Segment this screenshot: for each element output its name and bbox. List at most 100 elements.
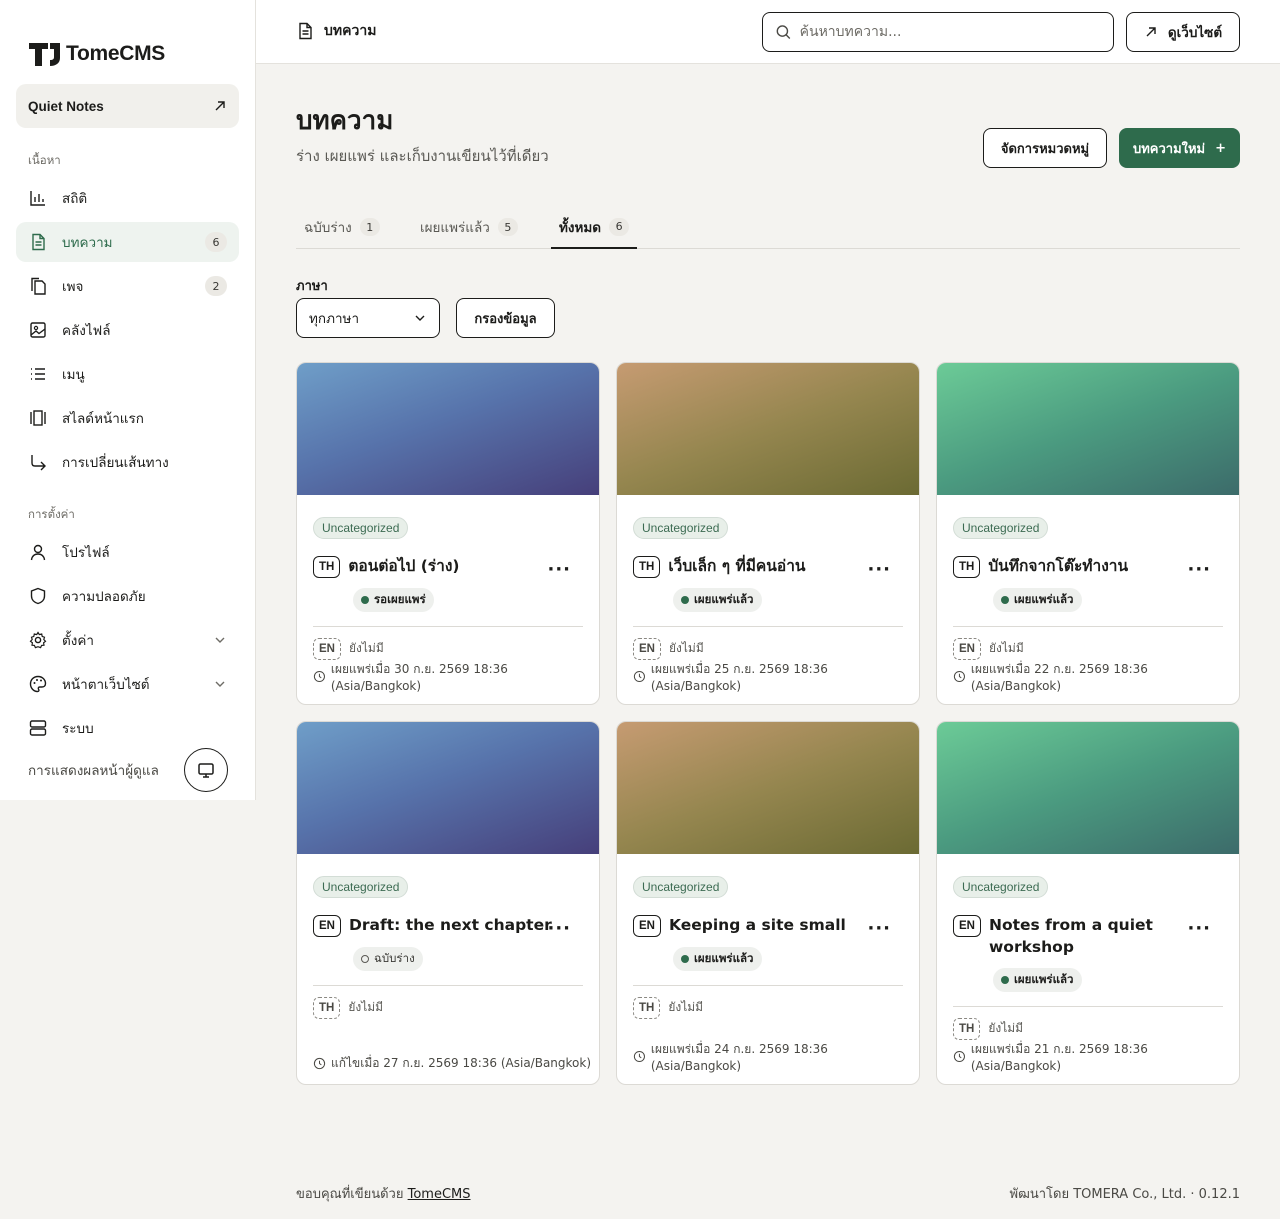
- post-card[interactable]: Uncategorized EN Draft: the next chapter…: [296, 721, 600, 1085]
- sidebar-item-profile[interactable]: โปรไฟล์: [16, 532, 239, 572]
- sidebar-item-pages[interactable]: เพจ 2: [16, 266, 239, 306]
- divider: [953, 1006, 1223, 1007]
- sidebar-item-slides[interactable]: สไลด์หน้าแรก: [16, 398, 239, 438]
- tab-drafts[interactable]: ฉบับร่าง 1: [296, 206, 388, 248]
- new-post-button[interactable]: บทความใหม่ +: [1119, 128, 1240, 168]
- translation-row: EN ยังไม่มี: [953, 637, 1223, 660]
- brand-logo[interactable]: TomeCMS: [28, 40, 165, 68]
- post-title[interactable]: ตอนต่อไป (ร่าง): [348, 555, 459, 577]
- tab-all[interactable]: ทั้งหมด 6: [551, 206, 638, 249]
- category-badge[interactable]: Uncategorized: [313, 876, 409, 898]
- more-options-icon[interactable]: ···: [547, 559, 571, 580]
- tab-label: เผยแพร่แล้ว: [420, 220, 490, 236]
- pages-icon: [28, 276, 48, 296]
- translation-status: ยังไม่มี: [668, 641, 704, 655]
- sidebar-item-system[interactable]: ระบบ: [16, 708, 239, 748]
- translation-row: EN ยังไม่มี: [633, 637, 903, 660]
- post-meta: แก้ไขเมื่อ 27 ก.ย. 2569 18:36 (Asia/Bang…: [313, 1054, 591, 1073]
- post-card[interactable]: Uncategorized TH ตอนต่อไป (ร่าง) ··· รอเ…: [296, 362, 600, 705]
- sidebar-item-security[interactable]: ความปลอดภัย: [16, 576, 239, 616]
- post-meta: เผยแพร่เมื่อ 24 ก.ย. 2569 18:36 (Asia/Ba…: [633, 1040, 919, 1073]
- post-title[interactable]: Keeping a site small: [669, 914, 846, 936]
- search-input[interactable]: [799, 24, 1101, 40]
- post-meta: เผยแพร่เมื่อ 22 ก.ย. 2569 18:36 (Asia/Ba…: [953, 660, 1239, 693]
- post-card[interactable]: Uncategorized EN Keeping a site small ··…: [616, 721, 920, 1085]
- gear-icon: [28, 630, 48, 650]
- translation-language-chip[interactable]: EN: [953, 638, 981, 660]
- more-options-icon[interactable]: ···: [867, 559, 891, 580]
- language-chip: TH: [953, 556, 981, 578]
- more-options-icon[interactable]: ···: [1187, 559, 1211, 580]
- translation-language-chip[interactable]: EN: [313, 638, 341, 660]
- category-badge[interactable]: Uncategorized: [633, 517, 729, 539]
- article-icon: [299, 22, 312, 40]
- sidebar-item-stats[interactable]: สถิติ: [16, 178, 239, 218]
- sidebar-item-label: เพจ: [62, 279, 84, 295]
- post-date: เผยแพร่เมื่อ 24 ก.ย. 2569 18:36 (Asia/Ba…: [650, 1042, 828, 1073]
- post-cover-image: [937, 363, 1239, 495]
- post-meta: เผยแพร่เมื่อ 21 ก.ย. 2569 18:36 (Asia/Ba…: [953, 1040, 1239, 1073]
- post-date: เผยแพร่เมื่อ 22 ก.ย. 2569 18:36 (Asia/Ba…: [970, 662, 1148, 693]
- clock-icon: [633, 670, 645, 683]
- post-card[interactable]: Uncategorized EN Notes from a quiet work…: [936, 721, 1240, 1085]
- sidebar-item-settings[interactable]: ตั้งค่า: [16, 620, 239, 660]
- footer-tomecms-link[interactable]: TomeCMS: [408, 1187, 471, 1202]
- footer-thanks: ขอบคุณที่เขียนด้วย TomeCMS: [296, 1183, 471, 1204]
- stats-icon: [28, 188, 48, 208]
- search-box[interactable]: [762, 12, 1114, 52]
- translation-language-chip[interactable]: TH: [313, 997, 341, 1019]
- chevron-down-icon: [415, 315, 425, 321]
- status-badge: เผยแพร่แล้ว: [993, 588, 1082, 612]
- sidebar-item-menus[interactable]: เมนู: [16, 354, 239, 394]
- page-subtitle: ร่าง เผยแพร่ และเก็บงานเขียนไว้ที่เดียว: [296, 147, 549, 165]
- more-options-icon[interactable]: ···: [547, 918, 571, 939]
- view-site-button[interactable]: ดูเว็บไซต์: [1126, 12, 1240, 52]
- site-switcher[interactable]: Quiet Notes: [16, 84, 239, 128]
- post-card[interactable]: Uncategorized TH บันทึกจากโต๊ะทำงาน ··· …: [936, 362, 1240, 705]
- category-badge[interactable]: Uncategorized: [953, 517, 1049, 539]
- topbar: บทความ ดูเว็บไซต์: [256, 0, 1280, 64]
- post-title[interactable]: เว็บเล็ก ๆ ที่มีคนอ่าน: [668, 555, 805, 577]
- translation-row: TH ยังไม่มี: [633, 996, 903, 1019]
- post-title[interactable]: Notes from a quiet workshop: [989, 914, 1193, 958]
- sidebar-item-articles[interactable]: บทความ 6: [16, 222, 239, 262]
- language-chip: EN: [313, 915, 341, 937]
- clock-icon: [313, 670, 325, 683]
- content-section-label: เนื้อหา: [28, 153, 61, 167]
- category-badge[interactable]: Uncategorized: [633, 876, 729, 898]
- footer-thanks-text: ขอบคุณที่เขียนด้วย: [296, 1187, 404, 1202]
- tab-published[interactable]: เผยแพร่แล้ว 5: [412, 206, 526, 248]
- language-select[interactable]: ทุกภาษา: [296, 298, 440, 338]
- translation-status: ยังไม่มี: [348, 1000, 384, 1014]
- post-card[interactable]: Uncategorized TH เว็บเล็ก ๆ ที่มีคนอ่าน …: [616, 362, 920, 705]
- translation-language-chip[interactable]: TH: [633, 997, 661, 1019]
- settings-section-label: การตั้งค่า: [28, 507, 75, 521]
- translation-language-chip[interactable]: EN: [633, 638, 661, 660]
- new-post-label: บทความใหม่: [1132, 141, 1206, 157]
- sidebar-item-appearance[interactable]: หน้าตาเว็บไซต์: [16, 664, 239, 704]
- display-mode-button[interactable]: [184, 748, 228, 792]
- sidebar-item-redirects[interactable]: การเปลี่ยนเส้นทาง: [16, 442, 239, 482]
- status-label: เผยแพร่แล้ว: [694, 951, 754, 965]
- category-badge[interactable]: Uncategorized: [313, 517, 409, 539]
- post-date: เผยแพร่เมื่อ 21 ก.ย. 2569 18:36 (Asia/Ba…: [970, 1042, 1148, 1073]
- category-badge[interactable]: Uncategorized: [953, 876, 1049, 898]
- language-filter-label: ภาษา: [296, 279, 328, 294]
- clock-icon: [633, 1050, 645, 1063]
- post-title[interactable]: บันทึกจากโต๊ะทำงาน: [988, 555, 1128, 577]
- sidebar-item-label: การเปลี่ยนเส้นทาง: [62, 455, 169, 471]
- translation-status: ยังไม่มี: [988, 641, 1024, 655]
- status-badge: รอเผยแพร่: [353, 588, 434, 612]
- clock-icon: [953, 670, 965, 683]
- translation-language-chip[interactable]: TH: [953, 1018, 981, 1040]
- post-title[interactable]: Draft: the next chapter: [349, 914, 552, 936]
- tomecms-logo-icon: [29, 43, 60, 66]
- breadcrumb: บทความ: [296, 20, 376, 42]
- sidebar-item-label: เมนู: [62, 367, 85, 383]
- manage-categories-button[interactable]: จัดการหมวดหมู่: [983, 128, 1107, 168]
- footer-credit: พัฒนาโดย TOMERA Co., Ltd. · 0.12.1: [1009, 1187, 1240, 1202]
- more-options-icon[interactable]: ···: [1187, 918, 1211, 939]
- more-options-icon[interactable]: ···: [867, 918, 891, 939]
- sidebar-item-media[interactable]: คลังไฟล์: [16, 310, 239, 350]
- filter-button[interactable]: กรองข้อมูล: [456, 298, 555, 338]
